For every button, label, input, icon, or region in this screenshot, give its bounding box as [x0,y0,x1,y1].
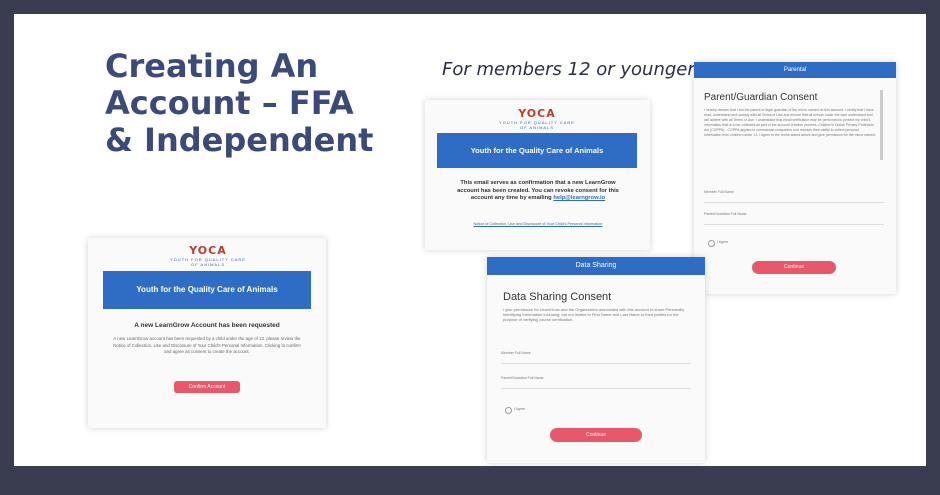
sharing-continue-button[interactable]: Continue [550,428,642,442]
guardian-name-field[interactable] [704,224,884,225]
request-body: A new LearnGrow account has been request… [113,336,301,354]
card-banner: Youth for the Quality Care of Animals [103,271,311,309]
guardian-name-field[interactable] [501,388,691,389]
logo-name: YOCA [518,107,556,120]
support-email-link[interactable]: help@learngrow.io [553,195,605,201]
slide-title: Creating An Account – FFA & Independent [105,47,374,159]
email-body: This email serves as confirmation that a… [453,180,623,203]
member-name-label: Member Full Name [501,351,531,355]
card-account-request: YOCA YOUTH FOR QUALITY CARE OF ANIMALS Y… [88,238,326,428]
logo-name: YOCA [189,244,227,257]
agree-checkbox[interactable] [708,240,715,247]
card-parental-consent: Parental Parent/Guardian Consent I hereb… [694,62,896,294]
confirm-account-button[interactable]: Confirm Account [174,381,240,393]
slide-subtitle: For members 12 or younger [442,59,695,80]
sharing-body: I give permission for LearnGrow and the … [503,307,685,322]
parental-body: I hereby declare that I am the parent or… [704,108,876,137]
member-name-field[interactable] [704,202,884,203]
card-data-sharing: Data Sharing Data Sharing Consent I give… [487,257,705,463]
yoca-logo: YOCA YOUTH FOR QUALITY CARE OF ANIMALS [497,107,577,130]
member-name-label: Member Full Name [704,190,734,194]
request-heading: A new LearnGrow Account has been request… [134,322,280,329]
sharing-heading: Data Sharing Consent [503,291,612,303]
agree-label: I Agree [717,240,729,244]
logo-tagline: YOUTH FOR QUALITY CARE OF ANIMALS [170,257,246,267]
member-name-field[interactable] [501,363,691,364]
scrollbar[interactable] [880,90,883,160]
parental-continue-button[interactable]: Continue [752,261,836,274]
card-email-confirmation: YOCA YOUTH FOR QUALITY CARE OF ANIMALS Y… [425,100,650,250]
guardian-name-label: Parent/Guardian Full Name [704,212,747,216]
yoca-logo: YOCA YOUTH FOR QUALITY CARE OF ANIMALS [168,244,248,267]
parental-heading: Parent/Guardian Consent [704,92,818,103]
agree-label: I Agree [514,407,526,411]
agree-checkbox[interactable] [505,407,512,414]
logo-tagline: YOUTH FOR QUALITY CARE OF ANIMALS [499,120,575,130]
privacy-notice-link[interactable]: Notice of Collection, Use and Disclosure… [453,222,623,226]
guardian-name-label: Parent/Guardian Full Name [501,376,544,380]
card-banner: Youth for the Quality Care of Animals [437,133,637,168]
sharing-header: Data Sharing [487,257,705,275]
parental-header: Parental [694,62,896,78]
